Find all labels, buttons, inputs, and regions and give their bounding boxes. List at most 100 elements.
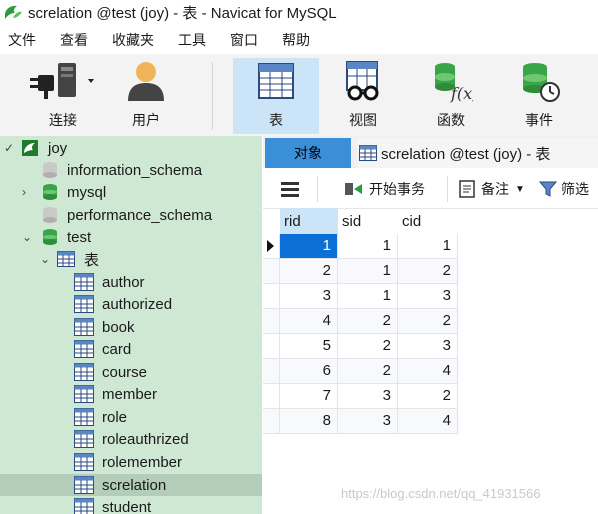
row-indicator[interactable] (263, 359, 280, 384)
menu-favorites[interactable]: 收藏夹 (112, 30, 154, 50)
table-cell[interactable]: 3 (398, 284, 458, 309)
table-row[interactable]: 6 2 4 (263, 359, 459, 384)
table-row[interactable]: 4 2 2 (263, 309, 459, 334)
table-row[interactable]: 3 1 3 (263, 284, 459, 309)
table-cell[interactable]: 2 (338, 309, 398, 334)
tree-table-item[interactable]: book (0, 316, 262, 338)
chevron-down-icon[interactable]: ⌄ (40, 252, 50, 266)
table-cell[interactable]: 5 (280, 334, 338, 359)
tree-db-information-schema[interactable]: information_schema (0, 159, 262, 181)
table-cell[interactable]: 4 (398, 359, 458, 384)
tab-table-data[interactable]: screlation @test (joy) - 表 (357, 138, 598, 168)
tree-db-test[interactable]: ⌄ test (0, 226, 262, 248)
row-indicator[interactable] (263, 409, 280, 434)
table-cell[interactable]: 1 (338, 284, 398, 309)
table-cell[interactable]: 4 (398, 409, 458, 434)
table-button[interactable]: 表 (233, 58, 319, 134)
user-button[interactable]: 用户 (110, 58, 182, 134)
table-cell[interactable]: 2 (398, 259, 458, 284)
table-cell[interactable]: 2 (398, 309, 458, 334)
event-button[interactable]: 事件 (500, 58, 578, 134)
table-row[interactable]: 7 3 2 (263, 384, 459, 409)
tab-objects[interactable]: 对象 (265, 138, 351, 168)
function-button[interactable]: f(x) 函数 (414, 58, 488, 134)
table-cell[interactable]: 3 (398, 334, 458, 359)
table-cell[interactable]: 1 (338, 234, 398, 259)
function-label: 函数 (437, 112, 465, 128)
tree-label: course (102, 363, 148, 381)
table-cell-selected[interactable]: 1 (280, 234, 338, 259)
svg-text:f(x): f(x) (450, 84, 473, 103)
table-icon (74, 384, 94, 404)
table-icon (74, 294, 94, 314)
tree-table-item[interactable]: roleauthrized (0, 428, 262, 450)
table-cell[interactable]: 2 (398, 384, 458, 409)
connect-label: 连接 (49, 112, 77, 128)
table-row[interactable]: 5 2 3 (263, 334, 459, 359)
row-indicator[interactable] (263, 309, 280, 334)
tree-table-item[interactable]: rolemember (0, 451, 262, 473)
connection-icon (20, 138, 40, 158)
tree-label: test (67, 228, 92, 246)
tree-db-mysql[interactable]: › mysql (0, 181, 262, 203)
tab-bar: 对象 screlation @test (joy) - 表 (263, 136, 598, 168)
tree-label: student (102, 498, 152, 514)
table-cell[interactable]: 4 (280, 309, 338, 334)
table-cell[interactable]: 2 (338, 359, 398, 384)
tree-label: screlation (102, 476, 167, 494)
table-cell[interactable]: 2 (280, 259, 338, 284)
table-cell[interactable]: 3 (338, 409, 398, 434)
toolbar-separator (212, 62, 213, 130)
tree-label: card (102, 340, 132, 358)
tree-table-item-selected[interactable]: screlation (0, 474, 262, 496)
view-button[interactable]: 视图 (326, 58, 400, 134)
column-header-rid[interactable]: rid (280, 208, 338, 234)
table-cell[interactable]: 8 (280, 409, 338, 434)
hamburger-menu-icon[interactable] (281, 170, 299, 208)
tree-table-item[interactable]: course (0, 361, 262, 383)
begin-transaction-button[interactable]: 开始事务 (345, 170, 425, 208)
menu-help[interactable]: 帮助 (282, 30, 310, 50)
table-cell[interactable]: 2 (338, 334, 398, 359)
table-row[interactable]: 2 1 2 (263, 259, 459, 284)
tree-tables-group[interactable]: ⌄ 表 (0, 248, 262, 270)
table-row[interactable]: 1 1 1 (263, 234, 459, 259)
table-cell[interactable]: 1 (338, 259, 398, 284)
tree-connection-joy[interactable]: ✓ joy (0, 137, 262, 159)
tree-label: information_schema (67, 161, 203, 179)
tree-label: rolemember (102, 453, 183, 471)
database-icon-gray (40, 160, 60, 180)
user-label: 用户 (132, 112, 160, 128)
caret-down-icon[interactable]: ▼ (515, 184, 525, 195)
menu-tools[interactable]: 工具 (178, 30, 206, 50)
table-row[interactable]: 8 3 4 (263, 409, 459, 434)
chevron-down-icon[interactable]: ⌄ (22, 230, 32, 244)
table-cell[interactable]: 7 (280, 384, 338, 409)
tree-db-performance-schema[interactable]: performance_schema (0, 204, 262, 226)
tree-table-item[interactable]: author (0, 271, 262, 293)
menu-view[interactable]: 查看 (60, 30, 88, 50)
table-cell[interactable]: 6 (280, 359, 338, 384)
table-cell[interactable]: 3 (338, 384, 398, 409)
note-button[interactable]: 备注 ▼ (459, 170, 525, 208)
tree-table-item[interactable]: student (0, 496, 262, 514)
menu-file[interactable]: 文件 (8, 30, 36, 50)
column-header-sid[interactable]: sid (338, 208, 398, 234)
table-cell[interactable]: 3 (280, 284, 338, 309)
row-indicator[interactable] (263, 259, 280, 284)
row-indicator[interactable] (263, 384, 280, 409)
row-indicator[interactable] (263, 284, 280, 309)
database-icon-green (40, 227, 60, 247)
chevron-right-icon[interactable]: › (22, 185, 26, 199)
tree-table-item[interactable]: card (0, 338, 262, 360)
tree-table-item[interactable]: member (0, 383, 262, 405)
tree-table-item[interactable]: authorized (0, 293, 262, 315)
tree-table-item[interactable]: role (0, 406, 262, 428)
table-cell[interactable]: 1 (398, 234, 458, 259)
filter-button[interactable]: 筛选 (539, 170, 589, 208)
chevron-down-icon[interactable]: ✓ (4, 141, 14, 155)
menu-window[interactable]: 窗口 (230, 30, 258, 50)
row-indicator[interactable] (263, 334, 280, 359)
connect-button[interactable]: 连接 (22, 58, 104, 134)
column-header-cid[interactable]: cid (398, 208, 458, 234)
